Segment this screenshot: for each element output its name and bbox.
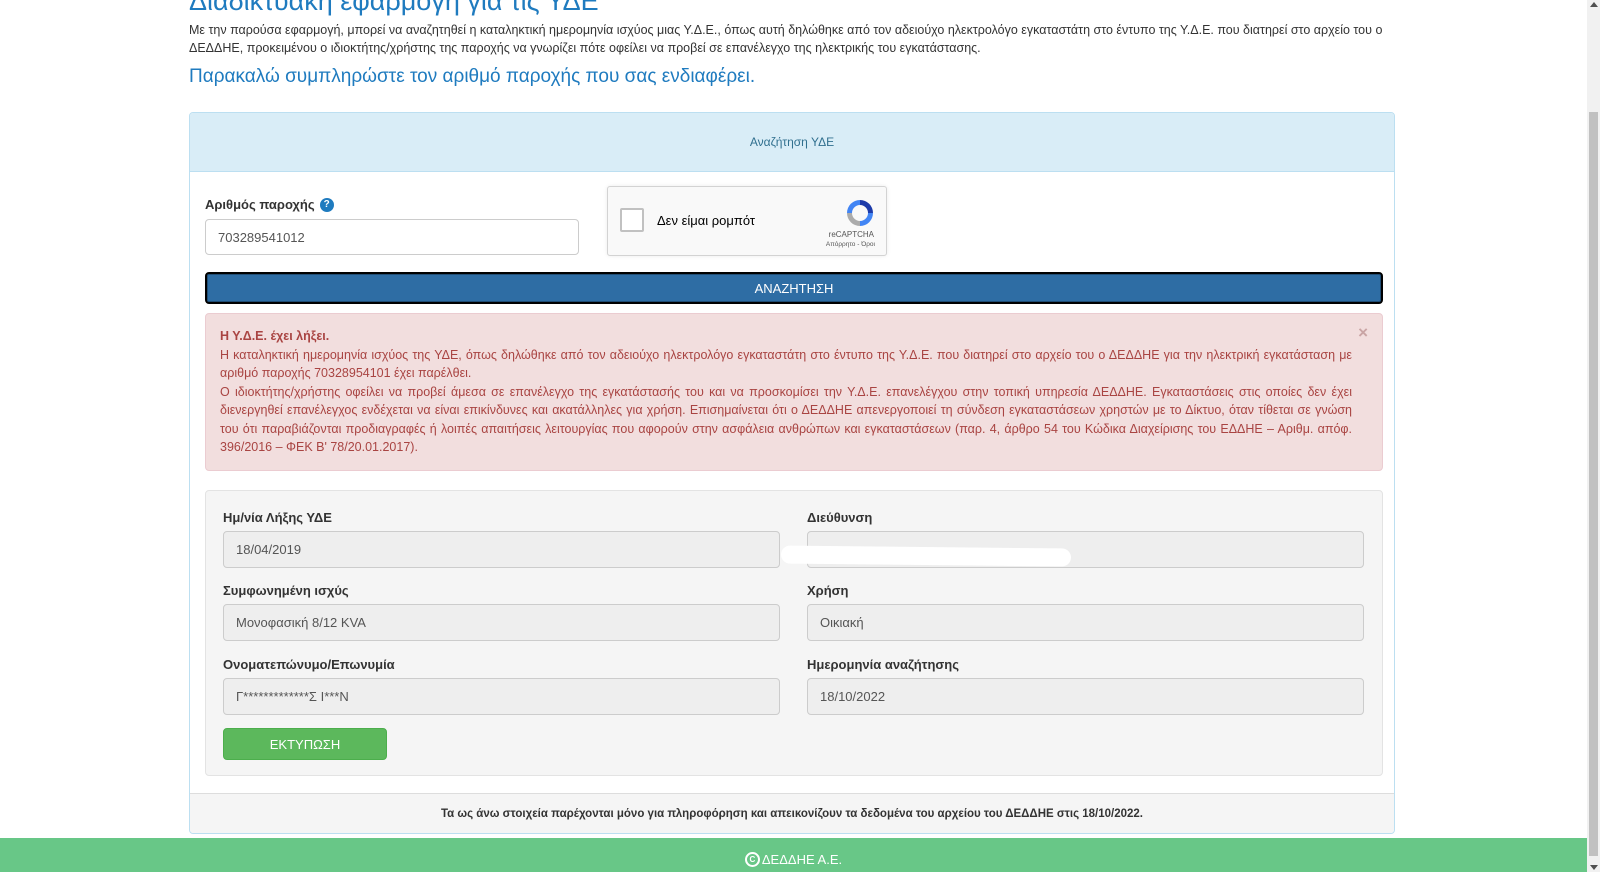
scroll-down-icon[interactable] xyxy=(1590,865,1598,870)
expiry-date-field: 18/04/2019 xyxy=(223,531,780,568)
scroll-up-icon[interactable] xyxy=(1590,2,1598,7)
panel-heading: Αναζήτηση ΥΔΕ xyxy=(190,113,1394,172)
supply-number-label: Αριθμός παροχής xyxy=(205,197,315,212)
agreed-power-label: Συμφωνημένη ισχύς xyxy=(223,583,349,598)
recaptcha-links[interactable]: Απόρρητο - Όροι xyxy=(826,241,875,248)
vertical-scrollbar[interactable] xyxy=(1587,0,1600,872)
alert-message: Η καταληκτική ημερομηνία ισχύος της ΥΔΕ,… xyxy=(220,347,1352,381)
supply-number-input[interactable] xyxy=(205,219,579,255)
intro-text: Με την παρούσα εφαρμογή, μπορεί να αναζη… xyxy=(189,23,1383,55)
alert-instructions: Ο ιδιοκτήτης/χρήστης οφείλει να προβεί ά… xyxy=(220,384,1352,455)
scroll-thumb[interactable] xyxy=(1589,112,1598,856)
recaptcha-widget: Δεν είμαι ρομπότ reCAPTCHA Απόρρητο - Όρ… xyxy=(607,186,887,256)
expired-alert: Η Υ.Δ.Ε. έχει λήξει. Η καταληκτική ημερο… xyxy=(205,313,1383,471)
address-redaction xyxy=(780,545,1072,567)
search-panel: Αναζήτηση ΥΔΕ Αριθμός παροχής ? Δεν είμα… xyxy=(189,112,1395,834)
usage-label: Χρήση xyxy=(807,583,849,598)
panel-footer-note: Τα ως άνω στοιχεία παρέχονται μόνο για π… xyxy=(190,793,1394,833)
alert-close-button[interactable]: × xyxy=(1358,323,1368,343)
results-well: Ημ/νία Λήξης ΥΔΕ 18/04/2019 Διεύθυνση Συ… xyxy=(205,490,1383,776)
recaptcha-brand: reCAPTCHA xyxy=(828,230,874,239)
usage-field: Οικιακή xyxy=(807,604,1364,641)
alert-title: Η Υ.Δ.Ε. έχει λήξει. xyxy=(220,329,330,343)
site-footer: C ΔΕΔΔΗΕ Α.Ε. xyxy=(0,838,1587,872)
supply-number-label-group: Αριθμός παροχής ? xyxy=(205,197,334,212)
instruction-heading: Παρακαλώ συμπληρώστε τον αριθμό παροχής … xyxy=(189,66,756,87)
recaptcha-label: Δεν είμαι ρομπότ xyxy=(657,213,756,228)
help-icon[interactable]: ? xyxy=(319,197,334,212)
name-field: Γ*************Σ Ι***Ν xyxy=(223,678,780,715)
search-date-label: Ημερομηνία αναζήτησης xyxy=(807,657,960,672)
recaptcha-logo-icon xyxy=(847,200,873,226)
expiry-date-label: Ημ/νία Λήξης ΥΔΕ xyxy=(223,510,332,525)
print-button[interactable]: ΕΚΤΥΠΩΣΗ xyxy=(223,728,387,760)
recaptcha-checkbox[interactable] xyxy=(620,208,644,232)
search-date-field: 18/10/2022 xyxy=(807,678,1364,715)
search-button[interactable]: ΑΝΑΖΗΤΗΣΗ xyxy=(205,272,1383,304)
footer-company: ΔΕΔΔΗΕ Α.Ε. xyxy=(761,851,843,867)
agreed-power-field: Μονοφασική 8/12 KVA xyxy=(223,604,780,641)
name-label: Ονοματεπώνυμο/Επωνυμία xyxy=(223,657,395,672)
address-label: Διεύθυνση xyxy=(807,510,873,525)
copyright-icon: C xyxy=(744,851,760,867)
page-title: Διαδικτυακή εφαρμογή για τις ΥΔΕ xyxy=(189,0,599,16)
